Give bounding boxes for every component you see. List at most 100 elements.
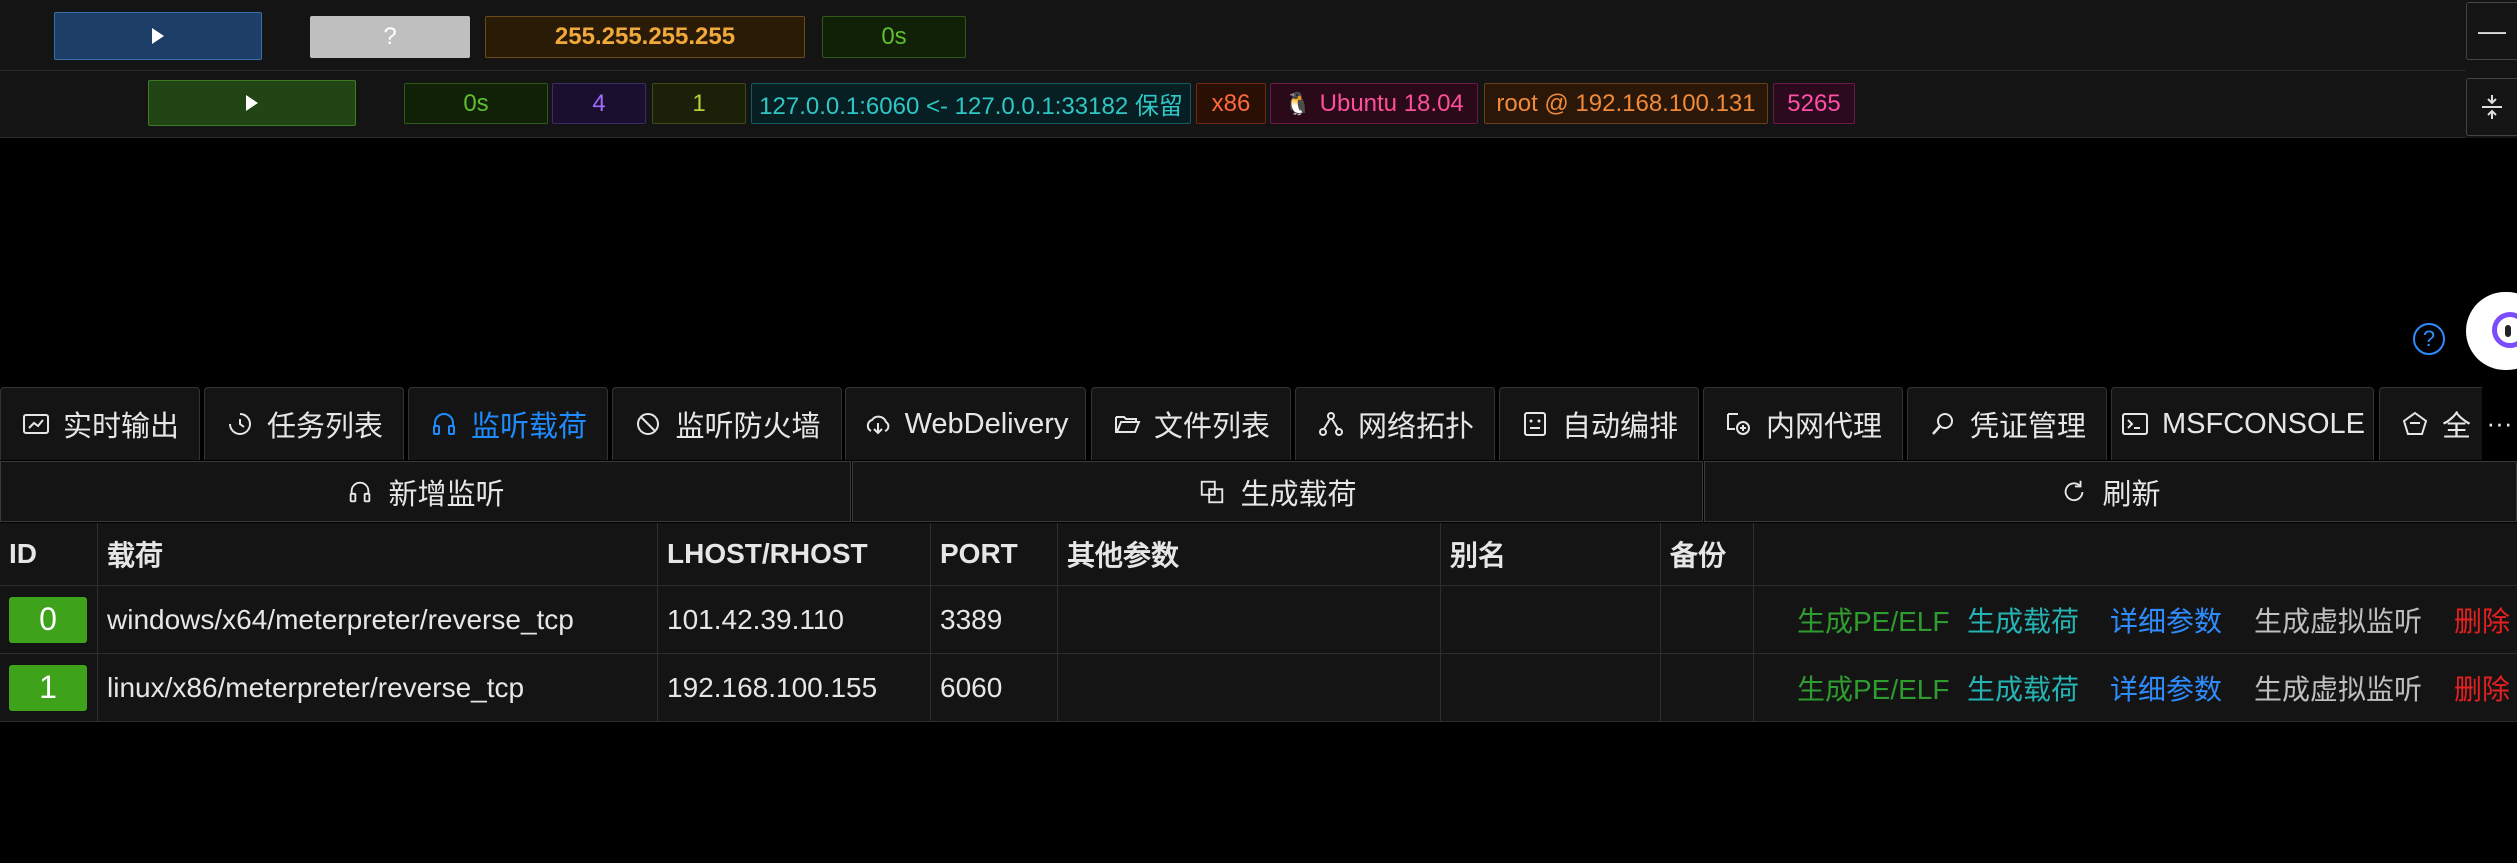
headphones-icon	[350, 481, 371, 502]
tab-label: 实时输出	[62, 411, 179, 443]
delete-link[interactable]: 删除	[2454, 654, 2510, 721]
row-actions: 生成PE/ELF 生成载荷 详细参数 生成虚拟监听 删除	[1753, 586, 2517, 653]
tab-auto-orchestration[interactable]: 自动编排	[1499, 387, 1699, 460]
session-2-count-a: 4	[552, 83, 646, 124]
session-2-arch: x86	[1196, 83, 1266, 124]
header-host: LHOST/RHOST	[657, 523, 930, 585]
session-1-ip: 255.255.255.255	[485, 16, 805, 58]
tab-label: 网络拓扑	[1357, 411, 1474, 443]
split-icon	[2482, 95, 2502, 119]
header-id: ID	[9, 538, 37, 569]
tab-label: 凭证管理	[1969, 411, 2086, 443]
help-icon[interactable]: ?	[2413, 323, 2445, 355]
proxy-icon	[1726, 413, 1750, 435]
session-2-os-label: Ubuntu 18.04	[1319, 89, 1464, 117]
details-link[interactable]: 详细参数	[2110, 586, 2222, 653]
session-2-pid: 5265	[1773, 83, 1855, 124]
generate-payload-label: 生成载荷	[1240, 478, 1357, 511]
session-2-run-button[interactable]	[148, 80, 356, 126]
row-backup	[1660, 586, 1753, 653]
tab-webdelivery[interactable]: WebDelivery	[845, 387, 1086, 460]
tab-overflow-button[interactable]: ···	[2482, 387, 2517, 460]
floating-assistant-button[interactable]	[2466, 292, 2517, 370]
gem-icon	[2402, 411, 2428, 435]
tab-label: 全	[2442, 411, 2472, 443]
generate-virtual-listener-link[interactable]: 生成虚拟监听	[2254, 654, 2422, 721]
tab-listen-firewall[interactable]: 监听防火墙	[612, 387, 842, 460]
session-2-os: 🐧 Ubuntu 18.04	[1270, 83, 1478, 124]
refresh-icon	[2065, 480, 2084, 501]
row-port: 6060	[930, 654, 1057, 721]
tab-label: 监听载荷	[470, 411, 587, 443]
tab-network-topology[interactable]: 网络拓扑	[1295, 387, 1495, 460]
session-2-count-b: 1	[652, 83, 746, 124]
delete-link[interactable]: 删除	[2454, 586, 2510, 653]
details-link[interactable]: 详细参数	[2110, 654, 2222, 721]
row-other-params	[1057, 586, 1440, 653]
tab-listen-payload[interactable]: 监听载荷	[408, 387, 608, 460]
session-1-time: 0s	[822, 16, 966, 58]
row-id: 1	[0, 654, 97, 721]
folder-open-icon	[1114, 416, 1141, 433]
refresh-button[interactable]: 刷新	[1704, 461, 2517, 522]
history-icon	[228, 413, 251, 435]
add-listener-label: 新增监听	[388, 478, 505, 511]
header-actions	[1753, 523, 2517, 585]
header-port: PORT	[930, 523, 1057, 585]
generate-pe-elf-link[interactable]: 生成PE/ELF	[1797, 586, 1949, 653]
tab-bar: 实时输出 任务列表 监听载荷 监听防火墙 WebDelivery 文件列表 网络…	[0, 387, 2517, 460]
id-badge: 1	[9, 664, 87, 711]
split-button[interactable]	[2466, 78, 2517, 136]
stop-icon	[637, 413, 660, 435]
row-actions: 生成PE/ELF 生成载荷 详细参数 生成虚拟监听 删除	[1753, 654, 2517, 721]
header-backup: 备份	[1660, 523, 1753, 585]
header-payload: 载荷	[97, 523, 657, 585]
add-listener-button[interactable]: 新增监听	[0, 461, 851, 522]
table-header-row: ID 载荷 LHOST/RHOST PORT 其他参数 别名 备份	[0, 523, 2517, 586]
row-host: 101.42.39.110	[657, 586, 930, 653]
row-backup	[1660, 654, 1753, 721]
session-1-run-button[interactable]	[54, 12, 262, 60]
headphones-icon	[432, 413, 455, 435]
tab-realtime-output[interactable]: 实时输出	[0, 387, 200, 460]
robot-icon	[1523, 412, 1546, 436]
tab-credential-management[interactable]: 凭证管理	[1907, 387, 2107, 460]
table-row: 0 windows/x64/meterpreter/reverse_tcp 10…	[0, 586, 2517, 654]
terminal-icon	[2121, 413, 2148, 435]
row-other-params	[1057, 654, 1440, 721]
dashboard-icon	[22, 414, 49, 434]
header-alias: 别名	[1440, 523, 1660, 585]
tab-intranet-proxy[interactable]: 内网代理	[1703, 387, 1903, 460]
tab-label: 监听防火墙	[675, 411, 821, 443]
row-payload: linux/x86/meterpreter/reverse_tcp	[97, 654, 657, 721]
session-2-connection: 127.0.0.1:6060 <- 127.0.0.1:33182 保留	[751, 83, 1191, 124]
generate-pe-elf-link[interactable]: 生成PE/ELF	[1797, 654, 1949, 721]
tab-label: 自动编排	[1561, 411, 1678, 443]
table-row: 1 linux/x86/meterpreter/reverse_tcp 192.…	[0, 654, 2517, 722]
generate-payload-button[interactable]: 生成载荷	[852, 461, 1703, 522]
row-payload: windows/x64/meterpreter/reverse_tcp	[97, 586, 657, 653]
generate-virtual-listener-link[interactable]: 生成虚拟监听	[2254, 586, 2422, 653]
copy-icon	[1201, 480, 1224, 503]
tab-file-list[interactable]: 文件列表	[1091, 387, 1291, 460]
tab-label: 内网代理	[1765, 411, 1882, 443]
row-host: 192.168.100.155	[657, 654, 930, 721]
row-id: 0	[0, 586, 97, 653]
tab-msfconsole[interactable]: MSFCONSOLE	[2111, 387, 2374, 460]
tab-label: 文件列表	[1153, 411, 1270, 443]
session-1-unknown-badge: ?	[310, 16, 470, 58]
row-alias	[1440, 586, 1660, 653]
tab-label: 任务列表	[266, 411, 383, 443]
minimize-button[interactable]: —	[2466, 2, 2517, 60]
play-icon	[246, 95, 258, 111]
assistant-icon	[2492, 312, 2517, 348]
tab-more-partial[interactable]: 全	[2379, 387, 2499, 460]
refresh-label: 刷新	[2102, 478, 2161, 511]
minus-icon: —	[2478, 15, 2506, 46]
row-alias	[1440, 654, 1660, 721]
network-icon	[1318, 412, 1343, 436]
session-2-user-host: root @ 192.168.100.131	[1484, 83, 1768, 124]
tab-task-list[interactable]: 任务列表	[204, 387, 404, 460]
generate-payload-link[interactable]: 生成载荷	[1967, 586, 2079, 653]
generate-payload-link[interactable]: 生成载荷	[1967, 654, 2079, 721]
